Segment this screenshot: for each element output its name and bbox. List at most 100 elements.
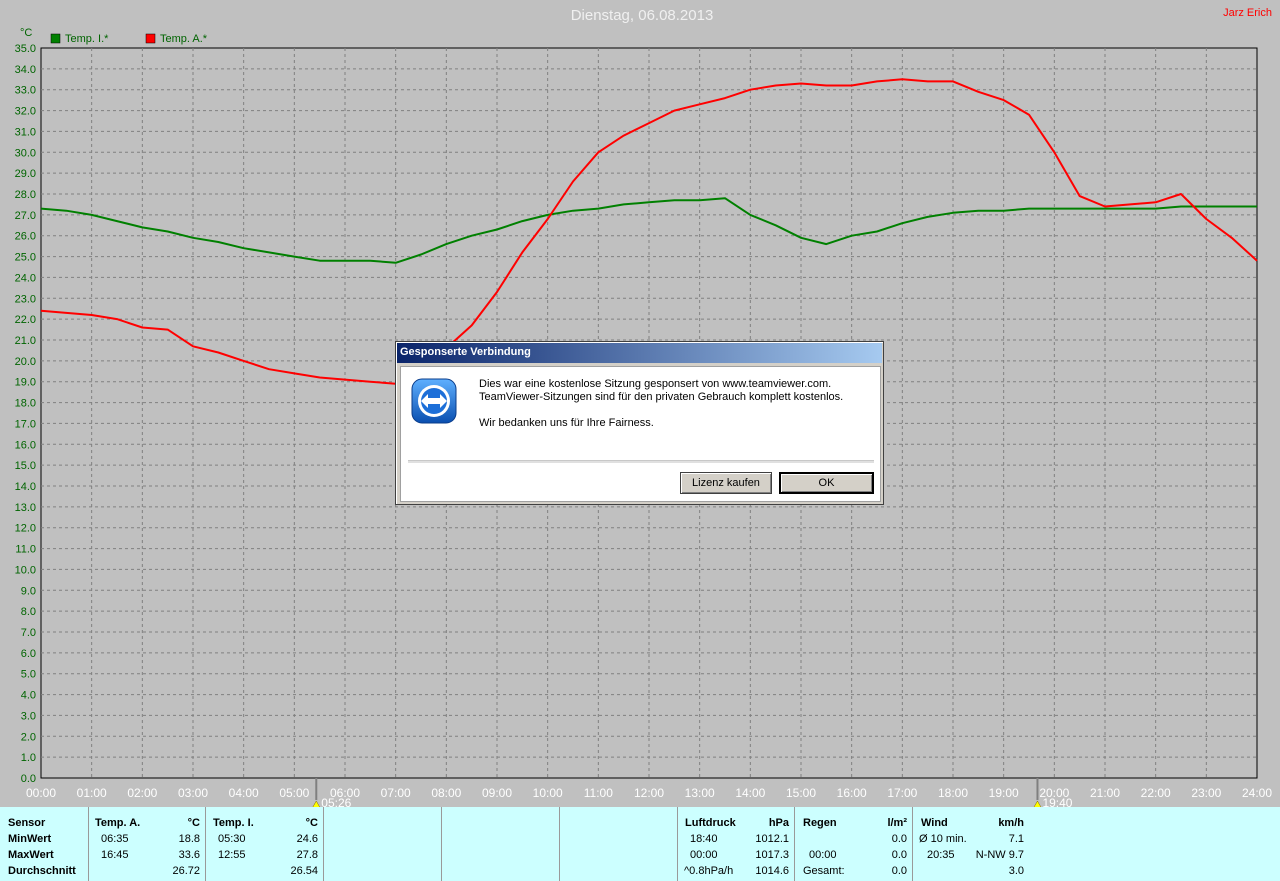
sponsored-session-dialog: Gesponserte Verbindung Dies war eine kos…	[395, 341, 884, 505]
buy-license-button[interactable]: Lizenz kaufen	[680, 472, 772, 494]
y-tick-label: 18.0	[15, 398, 36, 410]
stats-header-temp-a: Temp. A.	[95, 817, 141, 829]
pressure-max-time: 00:00	[690, 849, 718, 861]
y-tick-label: 1.0	[21, 752, 36, 764]
stats-panel: Sensor MinWert MaxWert Durchschnitt Temp…	[0, 807, 1280, 881]
temp-a-avg: 26.72	[172, 865, 200, 877]
y-tick-label: 22.0	[15, 314, 36, 326]
x-tick-label: 13:00	[685, 786, 715, 800]
stats-col-labels: Sensor MinWert MaxWert Durchschnitt	[0, 807, 88, 881]
x-tick-label: 02:00	[127, 786, 157, 800]
temp-i-avg: 26.54	[290, 865, 318, 877]
y-tick-label: 8.0	[21, 606, 36, 618]
legend: Temp. I.* Temp. A.*	[50, 33, 208, 45]
legend-swatch-outside	[145, 33, 156, 44]
stats-header-rain: Regen	[803, 817, 837, 829]
y-tick-label: 29.0	[15, 168, 36, 180]
y-tick-label: 10.0	[15, 564, 36, 576]
stats-col-temp-i: Temp. I. °C 05:30 24.6 12:55 27.8 26.54	[205, 807, 324, 881]
pressure-min-time: 18:40	[690, 833, 718, 845]
temp-i-max-val: 27.8	[296, 849, 318, 861]
rain-total-label: Gesamt:	[803, 865, 845, 877]
y-tick-label: 34.0	[15, 64, 36, 76]
dialog-title-bar[interactable]: Gesponserte Verbindung	[397, 343, 882, 363]
y-tick-label: 26.0	[15, 231, 36, 243]
dialog-title: Gesponserte Verbindung	[400, 346, 531, 358]
y-tick-label: 11.0	[15, 544, 36, 556]
x-tick-label: 21:00	[1090, 786, 1120, 800]
rain-min-val: 0.0	[891, 833, 907, 845]
y-tick-label: 30.0	[15, 147, 36, 159]
y-tick-label: 27.0	[15, 210, 36, 222]
temp-a-max-time: 16:45	[101, 849, 129, 861]
legend-swatch-inside	[50, 33, 61, 44]
x-tick-label: 14:00	[735, 786, 765, 800]
y-tick-label: 7.0	[21, 627, 36, 639]
x-tick-label: 11:00	[584, 786, 613, 800]
y-tick-label: 23.0	[15, 293, 36, 305]
stats-col-pressure: Luftdruck hPa 18:40 1012.1 00:00 1017.3 …	[677, 807, 795, 881]
dialog-line-3: Wir bedanken uns für Ihre Fairness.	[479, 417, 654, 429]
dialog-separator	[408, 460, 874, 463]
stats-header-pressure: Luftdruck	[685, 817, 736, 829]
y-tick-label: 16.0	[15, 439, 36, 451]
ok-button[interactable]: OK	[779, 472, 874, 494]
y-tick-label: 17.0	[15, 418, 36, 430]
y-tick-label: 13.0	[15, 502, 36, 514]
chart-title: Dienstag, 06.08.2013	[571, 7, 714, 24]
x-tick-label: 00:00	[26, 786, 56, 800]
y-tick-label: 24.0	[15, 272, 36, 284]
dialog-line-2: TeamViewer-Sitzungen sind für den privat…	[479, 391, 844, 403]
y-tick-label: 3.0	[21, 710, 36, 722]
x-tick-label: 18:00	[938, 786, 968, 800]
y-tick-label: 12.0	[15, 523, 36, 535]
y-tick-label: 14.0	[15, 481, 36, 493]
stats-unit-temp-i: °C	[305, 817, 318, 829]
y-tick-label: 21.0	[15, 335, 36, 347]
y-tick-label: 25.0	[15, 252, 36, 264]
wind-max-time: 20:35	[927, 849, 955, 861]
y-tick-label: 15.0	[15, 460, 36, 472]
y-tick-label: 19.0	[15, 377, 36, 389]
stats-header-wind: Wind	[921, 817, 948, 829]
stats-unit-temp-a: °C	[187, 817, 200, 829]
x-tick-label: 01:00	[77, 786, 107, 800]
y-axis: 0.0 1.0 2.0 3.0 4.0 5.0 6.0 7.0 8.0 9.0 10.0 11.0 12…	[15, 43, 36, 785]
stats-header-sensor: Sensor	[8, 817, 46, 829]
x-tick-label: 05:00	[279, 786, 309, 800]
x-tick-label: 15:00	[786, 786, 816, 800]
y-tick-label: 5.0	[21, 669, 36, 681]
x-tick-label: 12:00	[634, 786, 664, 800]
legend-label-outside: Temp. A.*	[160, 33, 208, 45]
x-tick-label: 19:00	[989, 786, 1019, 800]
stats-col-empty-2	[441, 807, 560, 881]
x-tick-label: 16:00	[837, 786, 867, 800]
wind-avg-label: Ø 10 min.	[919, 833, 967, 845]
rain-max-val: 0.0	[891, 849, 907, 861]
x-tick-label: 04:00	[229, 786, 259, 800]
x-tick-label: 24:00	[1242, 786, 1272, 800]
stats-row-avg: Durchschnitt	[8, 865, 76, 877]
temp-i-max-time: 12:55	[218, 849, 246, 861]
stats-col-empty-3	[559, 807, 678, 881]
y-tick-label: 0.0	[21, 773, 36, 785]
y-tick-label: 4.0	[21, 690, 36, 702]
temp-a-min-time: 06:35	[101, 833, 129, 845]
y-tick-label: 2.0	[21, 731, 36, 743]
x-tick-label: 23:00	[1191, 786, 1221, 800]
x-tick-label: 22:00	[1141, 786, 1171, 800]
y-tick-label: 9.0	[21, 585, 36, 597]
y-tick-label: 32.0	[15, 106, 36, 118]
y-tick-label: 28.0	[15, 189, 36, 201]
stats-col-wind: Wind km/h Ø 10 min. 7.1 20:35 N-NW 9.7 3…	[912, 807, 1030, 881]
dialog-line-1: Dies war eine kostenlose Sitzung gespons…	[479, 378, 832, 390]
stats-unit-rain: l/m²	[887, 817, 907, 829]
y-tick-label: 6.0	[21, 648, 36, 660]
sunset-label: 19:40	[1042, 796, 1072, 807]
stats-row-min: MinWert	[8, 833, 52, 845]
stats-unit-wind: km/h	[998, 817, 1024, 829]
temp-a-max-val: 33.6	[178, 849, 200, 861]
rain-total: 0.0	[891, 865, 907, 877]
temp-a-min-val: 18.8	[178, 833, 200, 845]
x-axis: 00:00 01:00 02:00 03:00 04:00 05:00 06:00 07:00…	[26, 786, 1272, 800]
